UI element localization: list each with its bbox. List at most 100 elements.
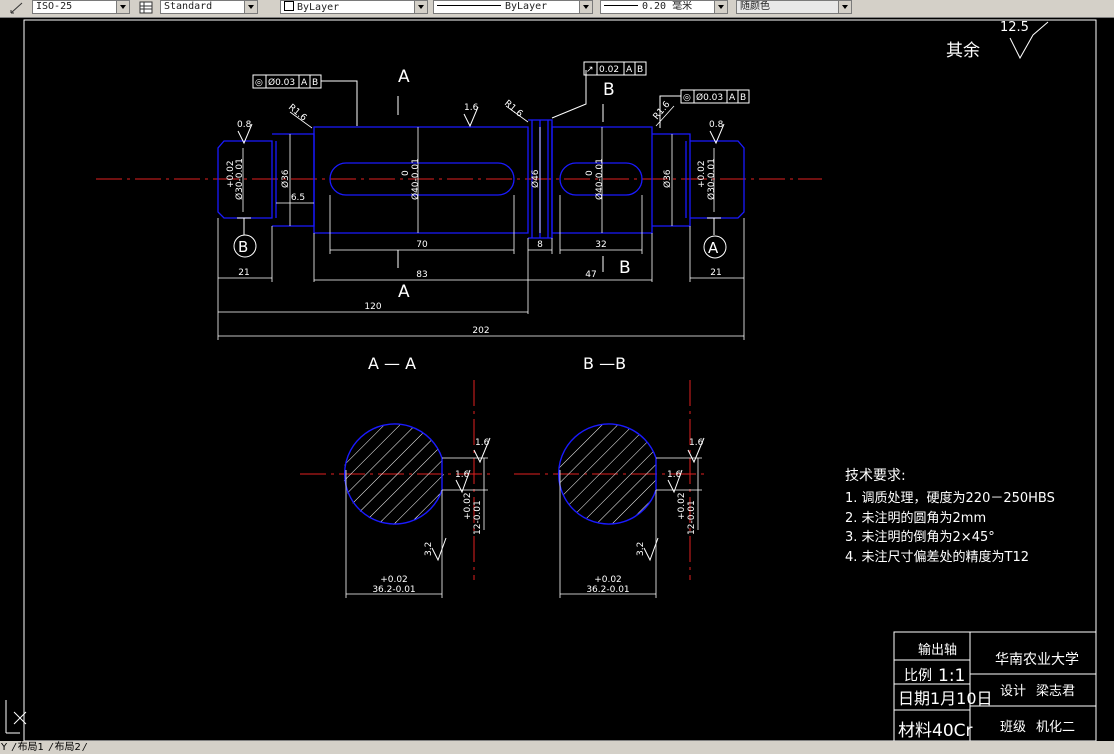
- tab-layout2-label[interactable]: 布局2: [54, 741, 82, 754]
- ucs-icon: [5, 700, 27, 734]
- dimension-texts: 21 21 6.5 70 8 32 83 47 120 202: [238, 193, 721, 336]
- fillet-labels: R1.6 R1.6 R1.6: [286, 99, 673, 124]
- svg-text:47: 47: [585, 270, 596, 280]
- svg-text:+0.02: +0.02: [463, 492, 473, 520]
- drawing-canvas[interactable]: 其余 12.5 +0.02 Ø30-0.01 Ø36 0 Ø40-0.01 Ø4…: [0, 17, 1114, 741]
- svg-text:36.2-0.01: 36.2-0.01: [372, 585, 415, 595]
- svg-text:◎: ◎: [255, 78, 263, 88]
- svg-text:日期1月10日: 日期1月10日: [898, 689, 993, 708]
- chevron-down-icon: [838, 1, 851, 13]
- svg-text:B: B: [637, 65, 643, 75]
- svg-text:83: 83: [416, 270, 427, 280]
- dimstyle-icon[interactable]: [10, 0, 24, 14]
- svg-text:0.8: 0.8: [709, 120, 724, 130]
- svg-text:B: B: [238, 238, 248, 256]
- svg-text:+0.02: +0.02: [677, 492, 687, 520]
- lineweight-select[interactable]: 0.20 毫米: [600, 0, 728, 14]
- svg-text:120: 120: [364, 302, 381, 312]
- svg-text:0.8: 0.8: [237, 120, 252, 130]
- svg-text:↗: ↗: [586, 65, 594, 75]
- view-aa-title: A — A: [368, 354, 416, 373]
- svg-text:1.6: 1.6: [689, 438, 704, 448]
- dimension-lines: [217, 195, 745, 340]
- svg-text:Ø46: Ø46: [530, 169, 541, 188]
- tablestyle-icon[interactable]: [139, 0, 153, 14]
- svg-text:Ø0.03: Ø0.03: [268, 77, 295, 88]
- svg-text:Ø36: Ø36: [662, 169, 673, 188]
- linetype-select[interactable]: ByLayer: [433, 0, 593, 14]
- svg-text:Ø36: Ø36: [280, 169, 291, 188]
- gdt-frame-3: ◎ Ø0.03 A B: [659, 89, 750, 128]
- svg-text:B: B: [619, 258, 631, 278]
- svg-text:0.02: 0.02: [599, 65, 619, 75]
- svg-text:Ø40-0.01: Ø40-0.01: [410, 158, 421, 200]
- svg-text:Ø30-0.01: Ø30-0.01: [706, 158, 717, 200]
- svg-text:1.6: 1.6: [475, 438, 490, 448]
- linetype-preview-icon: [437, 5, 501, 6]
- view-bb-title: B —B: [583, 354, 626, 373]
- svg-text:B: B: [603, 80, 615, 100]
- lineweight-preview-icon: [604, 5, 638, 6]
- svg-text:A: A: [729, 93, 736, 103]
- section-bb: +0.02 36.2-0.01 +0.02 12-0.01 1.6 1.6 3.…: [514, 380, 705, 598]
- color-swatch-icon: [284, 1, 294, 11]
- svg-text:1.6: 1.6: [455, 470, 470, 480]
- svg-text:202: 202: [472, 326, 489, 336]
- svg-text:4. 未注尺寸偏差处的精度为T12: 4. 未注尺寸偏差处的精度为T12: [845, 549, 1029, 565]
- svg-text:8: 8: [537, 240, 543, 250]
- rest-roughness-symbol: 12.5: [1000, 20, 1049, 60]
- svg-text:设计: 设计: [1000, 684, 1026, 699]
- surface-rest-label: 其余: [946, 41, 980, 61]
- svg-text:3.2: 3.2: [636, 542, 646, 556]
- svg-text:B: B: [740, 93, 746, 103]
- svg-text:1.6: 1.6: [464, 103, 479, 113]
- dimstyle-select[interactable]: ISO-25: [32, 0, 130, 14]
- section-cut-a: A A: [397, 67, 410, 302]
- svg-text:B: B: [312, 78, 318, 88]
- properties-toolbar: ISO-25 Standard ByLayer ByLayer 0.20 毫米 …: [0, 0, 1114, 18]
- svg-text:输出轴: 输出轴: [918, 642, 957, 658]
- svg-text:3. 未注明的倒角为2×45°: 3. 未注明的倒角为2×45°: [845, 529, 995, 545]
- svg-text:0: 0: [585, 170, 595, 176]
- svg-text:A: A: [398, 282, 410, 302]
- svg-text:12-0.01: 12-0.01: [687, 500, 697, 535]
- svg-text:◎: ◎: [683, 93, 691, 103]
- roughness-08-right: 0.8: [709, 120, 725, 145]
- svg-text:21: 21: [710, 268, 721, 278]
- svg-text:0: 0: [401, 170, 411, 176]
- chevron-down-icon: [579, 1, 592, 13]
- svg-text:华南农业大学: 华南农业大学: [995, 652, 1079, 668]
- svg-text:班级: 班级: [1000, 720, 1026, 735]
- layout-tabs: Y / 布局1 /布局2/: [0, 741, 1114, 754]
- chevron-down-icon: [714, 1, 727, 13]
- tablestyle-select[interactable]: Standard: [160, 0, 258, 14]
- svg-text:70: 70: [416, 240, 428, 250]
- layer-color-select[interactable]: ByLayer: [280, 0, 428, 14]
- title-block-texts: 输出轴 比例 1:1 日期1月10日 材料40Cr 华南农业大学 设计 梁志君 …: [898, 642, 1079, 741]
- svg-text:A: A: [398, 67, 410, 87]
- svg-text:21: 21: [238, 268, 249, 278]
- svg-text:比例: 比例: [904, 668, 932, 684]
- roughness-16-top: 1.6: [463, 103, 479, 128]
- svg-text:12-0.01: 12-0.01: [473, 500, 483, 535]
- svg-text:+0.02: +0.02: [380, 575, 408, 585]
- svg-text:材料40Cr: 材料40Cr: [898, 721, 973, 741]
- svg-text:6.5: 6.5: [291, 193, 305, 203]
- svg-text:Ø40-0.01: Ø40-0.01: [594, 158, 605, 200]
- svg-text:技术要求:: 技术要求:: [845, 468, 906, 484]
- technical-requirements: 技术要求: 1. 调质处理，硬度为220－250HBS 2. 未注明的圆角为2m…: [845, 468, 1055, 565]
- svg-text:梁志君: 梁志君: [1036, 684, 1075, 699]
- axis-label: Y: [1, 742, 8, 753]
- chevron-down-icon: [244, 1, 257, 13]
- chevron-down-icon: [116, 1, 129, 13]
- section-aa: +0.02 36.2-0.01 +0.02 12-0.01 1.6 1.6 3.…: [300, 380, 492, 598]
- datum-b-marker: B: [233, 217, 257, 258]
- svg-text:2. 未注明的圆角为2mm: 2. 未注明的圆角为2mm: [845, 510, 986, 526]
- svg-text:R1.6: R1.6: [286, 103, 308, 124]
- plotstyle-select[interactable]: 随颜色: [736, 0, 852, 14]
- svg-text:A: A: [301, 78, 308, 88]
- svg-text:Ø0.03: Ø0.03: [696, 92, 723, 103]
- svg-text:1:1: 1:1: [938, 666, 965, 686]
- tab-layout1-label[interactable]: 布局1: [17, 741, 45, 754]
- datum-a-marker: A: [703, 217, 727, 259]
